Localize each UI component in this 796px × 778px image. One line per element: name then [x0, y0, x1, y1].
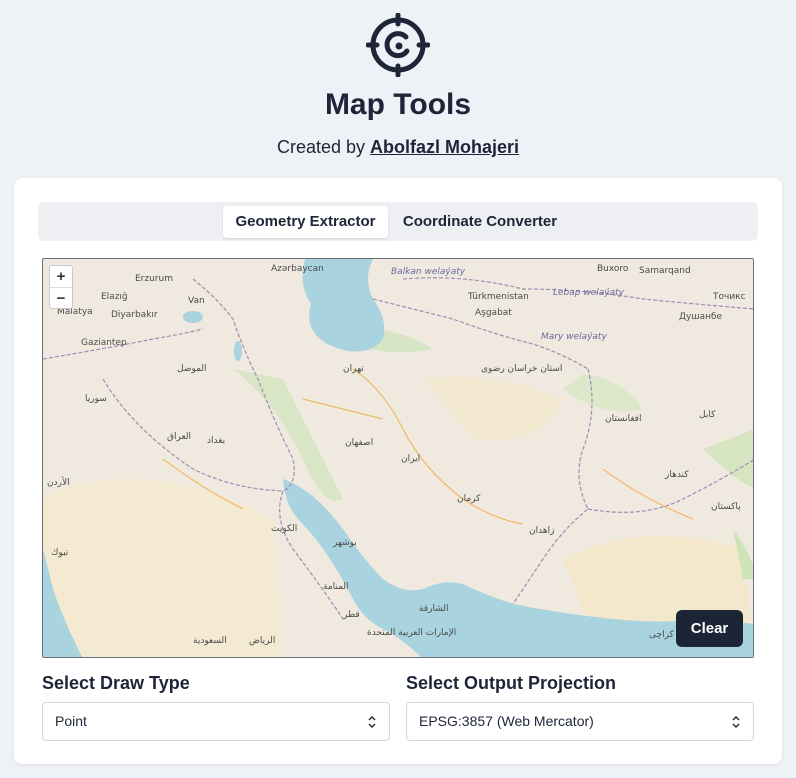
author-link[interactable]: Abolfazl Mohajeri — [370, 137, 519, 157]
map-label: Van — [188, 296, 205, 306]
main-card: Geometry Extractor Coordinate Converter — [14, 178, 782, 764]
map-label: بغداد — [207, 436, 225, 446]
created-by-text: Created by — [276, 137, 366, 157]
tab-bar: Geometry Extractor Coordinate Converter — [38, 202, 758, 241]
map-label: الكويت — [271, 524, 297, 534]
map-label: الإمارات العربية المتحدة — [367, 628, 456, 638]
map-label: Gaziantep — [81, 338, 127, 348]
map-label: سوريا — [85, 394, 107, 404]
map-label: Душанбе — [679, 312, 723, 322]
map-label: Lebap welaýaty — [553, 288, 625, 298]
map-label: پاکستان — [711, 502, 741, 512]
map-label: السعودية — [193, 636, 227, 646]
map-label: ایران — [401, 454, 420, 464]
map-label: اصفهان — [345, 438, 373, 448]
map-label: Azərbaycan — [271, 264, 324, 274]
draw-type-select[interactable]: Point — [42, 702, 390, 741]
map-label: زاهدان — [529, 526, 554, 536]
map-label: Точикс — [712, 292, 746, 302]
zoom-out-button[interactable]: − — [50, 287, 72, 308]
projection-value: EPSG:3857 (Web Mercator) — [419, 713, 594, 729]
map-label: Türkmenistan — [467, 292, 529, 302]
projection-label: Select Output Projection — [406, 673, 617, 693]
chevron-up-down-icon — [732, 716, 740, 728]
page-title: Map Tools — [324, 88, 472, 121]
map-label: الرياض — [249, 636, 275, 646]
map-label: کراچی — [649, 630, 675, 640]
map-label: Balkan welaýaty — [391, 267, 466, 277]
tab-coordinate-converter[interactable]: Coordinate Converter — [394, 206, 566, 238]
map-label: الشارقة — [419, 604, 449, 614]
clear-button[interactable]: Clear — [676, 610, 743, 647]
zoom-in-button[interactable]: + — [50, 266, 72, 287]
map-label: تهران — [343, 364, 364, 374]
map-label: Aşgabat — [475, 308, 512, 318]
map-label: کرمان — [457, 494, 481, 504]
map-label: کابل — [699, 410, 716, 420]
map-label: قطر — [342, 610, 360, 620]
draw-type-value: Point — [55, 713, 87, 729]
map-label: Mary welaýaty — [541, 332, 607, 342]
map-label: تبوك — [51, 548, 69, 558]
subtitle: Created by Abolfazl Mohajeri — [0, 137, 796, 158]
draw-type-label: Select Draw Type — [42, 673, 190, 693]
map-label: Elazığ — [101, 292, 128, 302]
map-canvas[interactable]: Azərbaycan Erzurum Van Elazığ Malatya Di… — [43, 259, 754, 658]
chevron-up-down-icon — [368, 716, 376, 728]
map-label: افغانستان — [605, 414, 642, 424]
map-label: المنامة — [323, 582, 349, 592]
zoom-control: + − — [49, 265, 73, 309]
map-label: الموصل — [177, 364, 207, 374]
map-label: العراق — [167, 432, 191, 442]
tab-geometry-extractor[interactable]: Geometry Extractor — [223, 206, 388, 238]
map-label: بوشهر — [332, 538, 357, 548]
map-label: استان خراسان رضوی — [481, 364, 562, 374]
map-label: Buxoro — [597, 264, 629, 274]
map-view[interactable]: Azərbaycan Erzurum Van Elazığ Malatya Di… — [42, 258, 754, 658]
projection-select[interactable]: EPSG:3857 (Web Mercator) — [406, 702, 754, 741]
map-label: کندهار — [664, 470, 689, 480]
map-label: Diyarbakır — [111, 310, 158, 320]
map-label: Samarqand — [639, 266, 691, 276]
map-label: الأردن — [47, 476, 70, 488]
map-label: Erzurum — [135, 274, 173, 284]
crosshair-logo-icon — [366, 13, 430, 77]
